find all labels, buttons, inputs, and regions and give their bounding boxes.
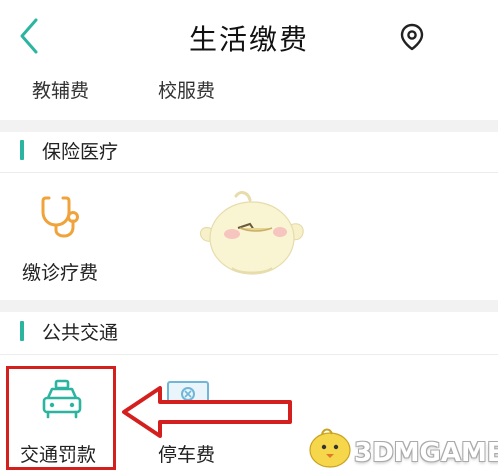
section-accent-bar xyxy=(20,321,24,341)
location-pin-icon xyxy=(400,23,424,51)
section-title-public-transport: 公共交通 xyxy=(42,322,119,344)
service-label: 停车费 xyxy=(158,444,216,466)
divider xyxy=(0,354,498,355)
section-accent-bar xyxy=(20,140,24,160)
service-label: 缴诊疗费 xyxy=(22,262,99,284)
location-button[interactable] xyxy=(398,22,426,52)
divider xyxy=(0,172,498,173)
watermark-text: 3DMGAME xyxy=(354,438,498,468)
arrow-left-icon xyxy=(122,386,292,438)
service-pay-medical-fee[interactable]: 缴诊疗费 xyxy=(22,186,112,290)
service-item-tutoring-fee[interactable]: 教辅费 xyxy=(32,76,89,103)
watermark-mascot-icon xyxy=(309,428,351,468)
section-gap xyxy=(0,300,498,312)
section-gap xyxy=(0,120,498,132)
service-item-uniform-fee[interactable]: 校服费 xyxy=(158,76,215,103)
section-title-insurance-medical: 保险医疗 xyxy=(42,141,119,163)
mascot-illustration xyxy=(199,191,304,275)
highlight-box xyxy=(6,366,116,470)
stethoscope-icon xyxy=(41,196,79,238)
